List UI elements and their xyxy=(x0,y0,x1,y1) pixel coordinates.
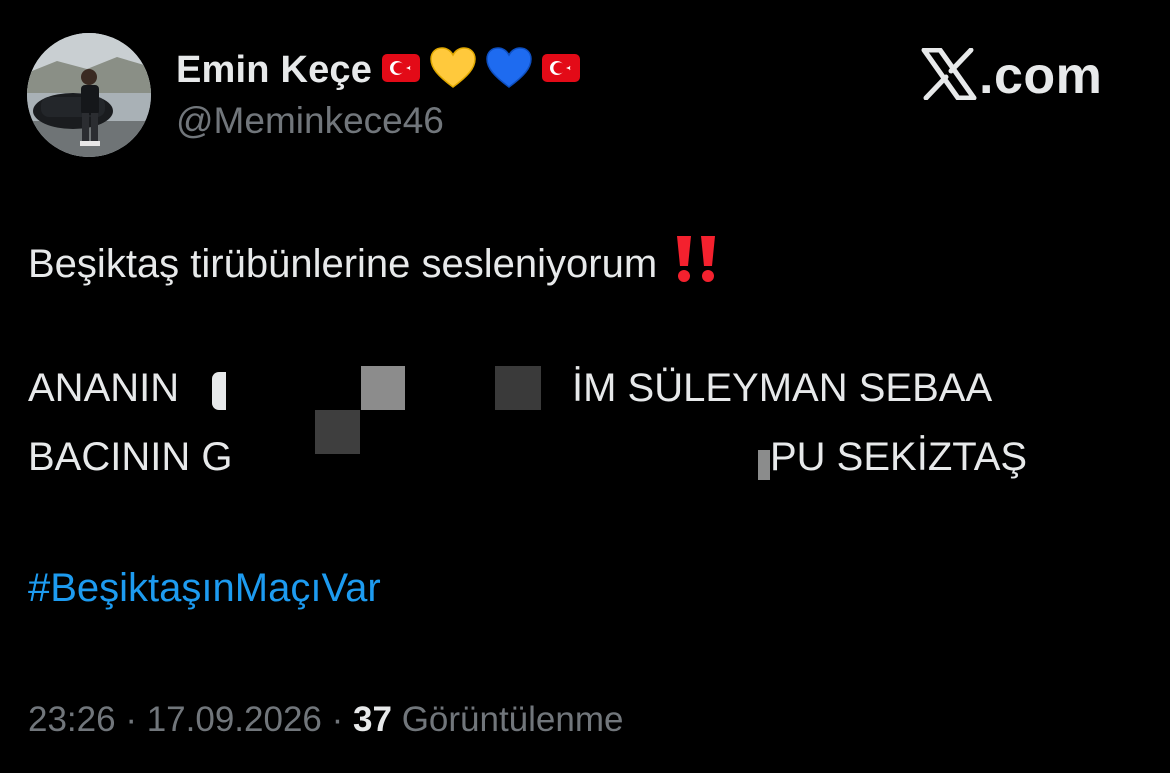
brand-domain: .com xyxy=(979,47,1103,105)
flag-turkey-icon xyxy=(542,53,581,87)
tweet-text-line-start: BACININ G xyxy=(28,435,233,479)
tweet-text-line-start: ANANIN xyxy=(28,366,180,410)
tweet-card: Emin Keçe @Meminkece46 .com Beşiktaş tir… xyxy=(0,0,1170,773)
x-logo-icon xyxy=(921,47,977,105)
yellow-heart-icon xyxy=(430,46,476,94)
views-label[interactable]: Görüntülenme xyxy=(402,700,624,739)
censor-fragment xyxy=(758,450,770,480)
author-display-name[interactable]: Emin Keçe xyxy=(176,49,372,92)
meta-separator: · xyxy=(125,700,137,739)
blue-heart-icon xyxy=(486,46,532,94)
censor-pixel xyxy=(495,366,541,410)
tweet-text-line: Beşiktaş tirübünlerine sesleniyorum xyxy=(28,234,721,294)
author-handle[interactable]: @Meminkece46 xyxy=(176,100,444,142)
censor-pixel xyxy=(361,366,405,410)
tweet-text-line-end: PU SEKİZTAŞ xyxy=(770,435,1028,479)
tweet-meta: 23:26 · 17.09.2026 · 37 Görüntülenme xyxy=(28,700,623,740)
flag-turkey-icon xyxy=(382,53,421,87)
avatar[interactable] xyxy=(27,33,151,157)
views-count[interactable]: 37 xyxy=(353,700,392,739)
meta-separator: · xyxy=(331,700,344,739)
tweet-time[interactable]: 23:26 xyxy=(28,700,116,739)
brand-watermark: .com xyxy=(921,46,1121,106)
tweet-date[interactable]: 17.09.2026 xyxy=(147,700,322,739)
hashtag-link[interactable]: #BeşiktaşınMaçıVar xyxy=(28,566,381,611)
avatar-photo xyxy=(27,33,151,157)
tweet-text: Beşiktaş tirübünlerine sesleniyorum xyxy=(28,241,658,286)
censor-pixel xyxy=(315,410,360,454)
author-name-row[interactable]: Emin Keçe xyxy=(176,44,581,96)
tweet-text-line-end: İM SÜLEYMAN SEBAA xyxy=(572,366,993,410)
double-exclamation-icon xyxy=(673,234,721,294)
censor-fragment xyxy=(212,372,226,410)
